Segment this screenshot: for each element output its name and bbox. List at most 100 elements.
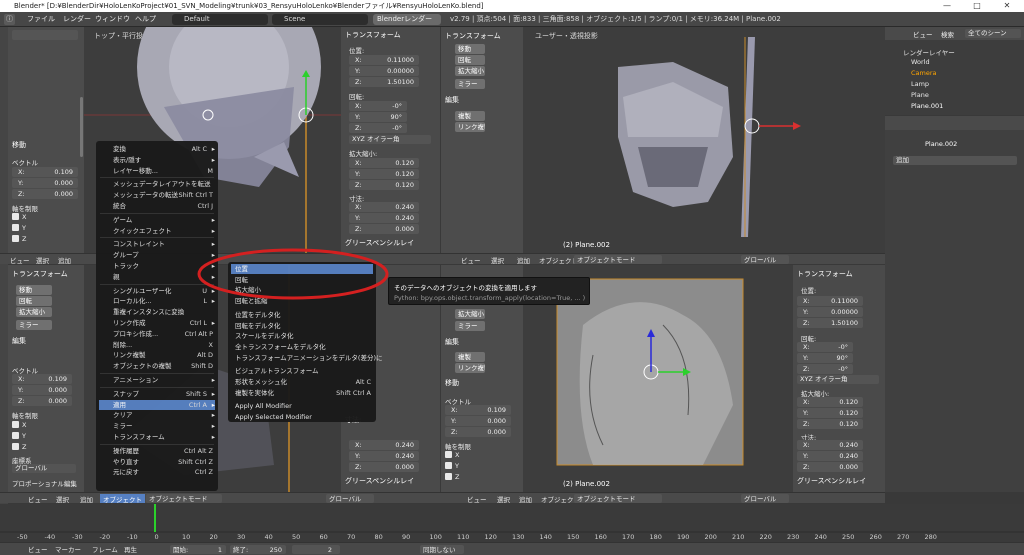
object-menu-item[interactable]: 適用 Ctrl A ▸ [99, 399, 215, 410]
bl-dimensions-z-field[interactable]: Z: 0.000 [349, 462, 419, 472]
outliner-view-menu[interactable]: ビュー [913, 29, 933, 39]
timeline-editor[interactable]: -50 -40 -30 -20 -10 0 10 20 30 40 50 60 70 80 90 100 110… [0, 504, 1024, 542]
rotation-y-field[interactable]: Y: 90° [349, 112, 407, 122]
tr-mirror-button[interactable]: ミラー [455, 79, 485, 89]
object-menu-item[interactable]: 削除... X [99, 340, 215, 350]
bl-rotate-button[interactable]: 回転 [16, 296, 52, 306]
object-menu-item[interactable]: シングルユーザー化 U ▸ [99, 286, 215, 296]
apply-menu-item[interactable]: 全トランスフォームをデルタ化 [231, 342, 373, 352]
minimize-button[interactable]: — [932, 0, 962, 12]
menu-render[interactable]: レンダー [63, 14, 91, 25]
rotation-mode-select[interactable]: XYZ オイラー角 [349, 135, 431, 144]
object-menu-item[interactable]: 統合 Ctrl J [99, 201, 215, 211]
bl-view-menu[interactable]: ビュー [28, 494, 48, 503]
bl-dimensions-x-field[interactable]: X: 0.240 [349, 440, 419, 450]
apply-menu-item[interactable]: Apply All Modifier [231, 401, 373, 411]
tl-view-menu[interactable]: ビュー [10, 255, 30, 264]
object-menu-item[interactable]: メッシュデータレイアウトを転送 [99, 179, 215, 189]
object-menu-item[interactable]: リンク複製 Alt D [99, 350, 215, 360]
bl-mode-select[interactable]: オブジェクトモード [146, 494, 222, 503]
render-engine-select[interactable]: Blenderレンダー [373, 14, 441, 25]
tr-duplicate-button[interactable]: 複製 [455, 111, 485, 121]
object-menu-item[interactable]: オブジェクトの複製 Shift D [99, 361, 215, 371]
object-menu-item[interactable]: アニメーション ▸ [99, 375, 215, 385]
object-menu-item[interactable]: 変換 Alt C ▸ [99, 144, 215, 154]
apply-menu-item[interactable]: ビジュアルトランスフォーム [231, 366, 373, 376]
outliner-row-camera[interactable]: Camera [911, 69, 937, 79]
apply-menu-item[interactable]: トランスフォームアニメーションをデルタ(差分)に [231, 353, 383, 363]
scene-select[interactable]: Scene [272, 14, 368, 25]
timeline-marker-menu[interactable]: マーカー [55, 544, 81, 554]
br-constraint-y-checkbox[interactable] [445, 462, 452, 469]
br-location-x-field[interactable]: X: 0.11000 [797, 296, 863, 306]
vector-y-field[interactable]: Y: 0.000 [12, 178, 78, 188]
bl-add-menu[interactable]: 追加 [80, 494, 93, 503]
br-scale-y-field[interactable]: Y: 0.120 [797, 408, 863, 418]
br-rotation-z-field[interactable]: Z: -0° [797, 364, 853, 374]
location-x-field[interactable]: X: 0.11000 [349, 55, 419, 65]
menu-window[interactable]: ウィンドウ [95, 14, 130, 25]
viewport-top-right[interactable]: トランスフォーム 移動 回転 拡大縮小 ミラー 編集 複製 リンク複製 ユーザー… [441, 27, 885, 253]
dimensions-z-field[interactable]: Z: 0.000 [349, 224, 419, 234]
bl-vector-y-field[interactable]: Y: 0.000 [12, 385, 72, 395]
layout-select[interactable]: Default [172, 14, 268, 25]
tr-add-menu[interactable]: 追加 [517, 255, 530, 264]
bl-constraint-z-checkbox[interactable] [12, 443, 19, 450]
br-scale-button[interactable]: 拡大縮小 [455, 309, 485, 319]
br-mode-select[interactable]: オブジェクトモード [574, 494, 662, 503]
br-vector-z-field[interactable]: Z: 0.000 [445, 427, 511, 437]
bl-constraint-x-checkbox[interactable] [12, 421, 19, 428]
timeline-playback-menu[interactable]: 再生 [124, 544, 137, 554]
rotation-z-field[interactable]: Z: -0° [349, 123, 407, 133]
timeline-end-field[interactable]: 終了: 250 [230, 545, 286, 554]
object-menu-item[interactable]: グループ ▸ [99, 250, 215, 260]
br-constraint-z-checkbox[interactable] [445, 473, 452, 480]
apply-menu-item[interactable]: 形状をメッシュ化 Alt C [231, 377, 373, 387]
br-vector-x-field[interactable]: X: 0.109 [445, 405, 511, 415]
apply-menu-item[interactable]: 複製を実体化 Shift Ctrl A [231, 388, 373, 398]
outliner-row-plane[interactable]: Plane [911, 91, 929, 101]
location-z-field[interactable]: Z: 1.50100 [349, 77, 419, 87]
object-menu-item[interactable]: 親 ▸ [99, 272, 215, 282]
editor-type-icon[interactable]: ⓘ [4, 14, 15, 25]
scale-x-field[interactable]: X: 0.120 [349, 158, 419, 168]
br-scale-z-field[interactable]: Z: 0.120 [797, 419, 863, 429]
modifier-add-select[interactable]: 追加 [893, 156, 1017, 165]
timeline-sync-select[interactable]: 同期しない [420, 545, 464, 554]
close-button[interactable]: ✕ [992, 0, 1022, 12]
tl-select-menu[interactable]: 選択 [36, 255, 49, 264]
br-mirror-button[interactable]: ミラー [455, 321, 485, 331]
bl-vector-x-field[interactable]: X: 0.109 [12, 374, 72, 384]
apply-menu-item[interactable]: 拡大縮小 [231, 285, 373, 295]
bl-orientation-header-select[interactable]: グローバル [326, 494, 374, 503]
bl-select-menu[interactable]: 選択 [56, 494, 69, 503]
constraint-z-checkbox[interactable] [12, 235, 19, 242]
br-dims-y-field[interactable]: Y: 0.240 [797, 451, 863, 461]
br-duplicate-button[interactable]: 複製 [455, 352, 485, 362]
object-menu-item[interactable]: トラック ▸ [99, 261, 215, 271]
scale-y-field[interactable]: Y: 0.120 [349, 169, 419, 179]
object-menu-item[interactable]: リンク作成 Ctrl L ▸ [99, 318, 215, 328]
properties-tabs[interactable] [885, 116, 1024, 130]
timeline-view-menu[interactable]: ビュー [28, 544, 48, 554]
vector-z-field[interactable]: Z: 0.000 [12, 189, 78, 199]
apply-menu-item[interactable]: Apply Selected Modifier [231, 412, 373, 422]
tr-mode-select[interactable]: オブジェクトモード [574, 255, 662, 264]
apply-menu-item[interactable]: スケールをデルタ化 [231, 331, 373, 341]
object-menu-item[interactable]: コンストレイント ▸ [99, 239, 215, 249]
bl-scale-button[interactable]: 拡大縮小 [16, 307, 52, 317]
object-menu-item[interactable]: 重複インスタンスに変換 [99, 307, 215, 317]
br-view-menu[interactable]: ビュー [467, 494, 487, 503]
apply-menu-item[interactable]: 回転をデルタ化 [231, 321, 373, 331]
object-menu-item[interactable]: 操作履歴 Ctrl Alt Z [99, 446, 215, 456]
bl-orientation-select[interactable]: グローバル [12, 464, 76, 473]
tool-tabs-strip[interactable] [0, 27, 8, 505]
bl-object-menu[interactable]: オブジェクト [100, 494, 145, 503]
outliner-row-render-layer[interactable]: レンダーレイヤー [903, 47, 955, 57]
tool-shelf-scrollbar[interactable] [80, 97, 83, 157]
br-dims-z-field[interactable]: Z: 0.000 [797, 462, 863, 472]
br-location-z-field[interactable]: Z: 1.50100 [797, 318, 863, 328]
br-location-y-field[interactable]: Y: 0.00000 [797, 307, 863, 317]
outliner-row-world[interactable]: World [911, 58, 930, 68]
bl-dimensions-y-field[interactable]: Y: 0.240 [349, 451, 419, 461]
